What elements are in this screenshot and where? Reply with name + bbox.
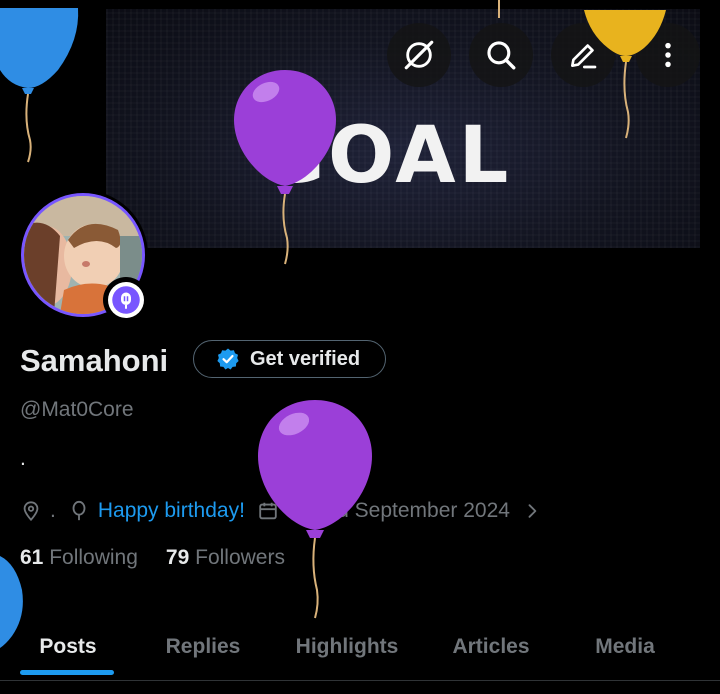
birthday-balloon-purple-bottom	[258, 400, 372, 619]
grok-button[interactable]	[387, 23, 451, 87]
birthday-balloon-blue-top	[0, 8, 79, 163]
location-item: .	[20, 499, 56, 523]
spaces-badge[interactable]	[103, 277, 149, 323]
following-link[interactable]: 61 Following	[20, 546, 138, 570]
search-icon	[487, 41, 516, 70]
birthday-balloon-purple-top	[234, 70, 336, 265]
birthday-balloon-yellow	[584, 10, 666, 139]
following-label: Following	[49, 546, 138, 569]
birthday-text[interactable]: Happy birthday!	[98, 499, 245, 523]
get-verified-button[interactable]: Get verified	[193, 340, 386, 378]
tab-replies[interactable]: Replies	[146, 614, 260, 680]
display-name: Samahoni	[20, 343, 169, 378]
search-button[interactable]	[469, 23, 533, 87]
chevron-right-icon[interactable]	[522, 501, 542, 521]
active-tab-indicator	[20, 670, 114, 675]
location-pin-icon	[23, 501, 39, 522]
location-text: .	[50, 499, 56, 522]
tab-media[interactable]: Media	[574, 614, 676, 680]
user-handle: @Mat0Core	[20, 398, 134, 421]
tab-highlights[interactable]: Highlights	[278, 614, 416, 680]
balloon-icon	[72, 500, 86, 521]
birthday-balloon-blue-bottom	[0, 556, 23, 648]
user-bio: .	[20, 447, 26, 470]
birthday-item: Happy birthday!	[68, 499, 245, 523]
grok-icon	[404, 40, 434, 70]
tab-articles[interactable]: Articles	[436, 614, 546, 680]
verified-badge-icon	[217, 348, 239, 370]
balloon-string-top	[498, 0, 500, 18]
get-verified-label: Get verified	[250, 347, 361, 370]
microphone-icon	[112, 286, 140, 314]
followers-count: 79	[165, 546, 190, 569]
